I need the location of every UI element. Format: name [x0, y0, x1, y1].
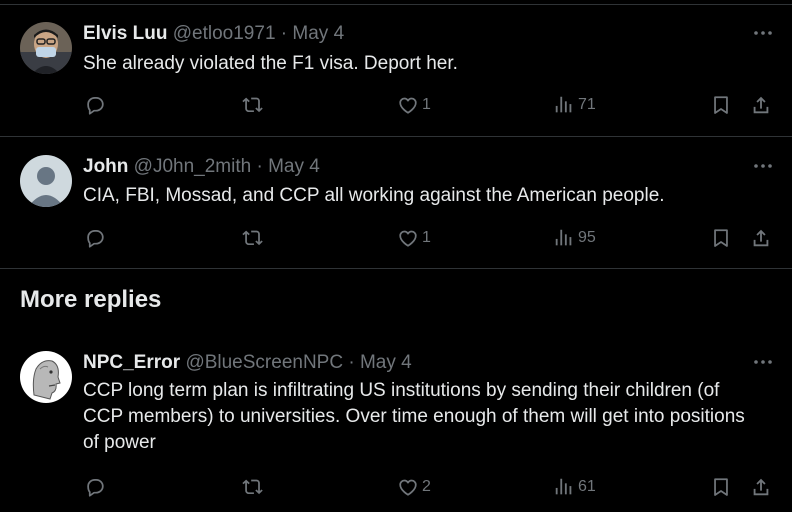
views-chart-icon	[555, 96, 572, 113]
reply-button[interactable]	[84, 227, 106, 249]
views-button[interactable]: 61	[553, 476, 596, 498]
share-button[interactable]	[750, 94, 772, 116]
views-chart-icon	[555, 478, 572, 495]
tweet-text: CCP long term plan is infiltrating US in…	[83, 380, 745, 453]
like-count: 1	[422, 96, 431, 113]
retweet-icon	[242, 97, 263, 113]
bookmark-icon	[714, 229, 728, 247]
tweet-text: CIA, FBI, Mossad, and CCP all working ag…	[83, 185, 665, 206]
like-button[interactable]: 2	[397, 476, 431, 498]
avatar[interactable]	[20, 22, 72, 74]
bookmark-button[interactable]	[710, 476, 732, 498]
separator-dot: ·	[348, 352, 355, 373]
like-button[interactable]: 1	[397, 94, 431, 116]
share-icon	[753, 478, 769, 496]
reply-icon	[87, 229, 104, 248]
reply-tweet-1[interactable]: Elvis Luu @etloo1971 · May 4 She already…	[0, 22, 792, 132]
heart-icon	[399, 479, 417, 496]
more-replies-heading: More replies	[20, 286, 162, 313]
display-name[interactable]: NPC_Error	[83, 352, 180, 373]
share-button[interactable]	[750, 227, 772, 249]
display-name[interactable]: John	[83, 156, 128, 177]
handle[interactable]: @J0hn_2mith	[134, 156, 252, 177]
views-button[interactable]: 71	[553, 94, 596, 116]
bookmark-button[interactable]	[710, 94, 732, 116]
view-count: 71	[578, 96, 596, 113]
bookmark-icon	[714, 96, 728, 114]
separator-dot: ·	[256, 156, 263, 177]
separator-dot: ·	[280, 23, 288, 44]
timestamp[interactable]: May 4	[360, 352, 412, 373]
reply-icon	[87, 96, 104, 115]
tweet-header: John @J0hn_2mith · May 4	[83, 155, 320, 179]
tweet-text: She already violated the F1 visa. Deport…	[83, 53, 458, 74]
timestamp[interactable]: May 4	[268, 156, 320, 177]
bookmark-button[interactable]	[710, 227, 732, 249]
views-button[interactable]: 95	[553, 227, 596, 249]
like-count: 2	[422, 478, 431, 495]
bookmark-icon	[714, 478, 728, 496]
view-count: 61	[578, 478, 596, 495]
more-options-icon[interactable]	[752, 159, 774, 173]
reply-tweet-2[interactable]: John @J0hn_2mith · May 4 CIA, FBI, Mossa…	[0, 155, 792, 265]
retweet-button[interactable]	[241, 227, 265, 249]
heart-icon	[399, 97, 417, 114]
avatar[interactable]	[20, 351, 72, 403]
handle[interactable]: @etloo1971	[173, 23, 276, 44]
reply-button[interactable]	[84, 94, 106, 116]
more-options-icon[interactable]	[752, 26, 774, 40]
share-icon	[753, 96, 769, 114]
more-options-icon[interactable]	[752, 355, 774, 369]
retweet-button[interactable]	[241, 94, 265, 116]
top-divider	[0, 4, 792, 5]
reply-button[interactable]	[84, 476, 106, 498]
like-count: 1	[422, 229, 431, 246]
divider	[0, 136, 792, 137]
tweet-header: Elvis Luu @etloo1971 · May 4	[83, 22, 344, 46]
view-count: 95	[578, 229, 596, 246]
reply-tweet-3[interactable]: NPC_Error @BlueScreenNPC · May 4 CCP lon…	[0, 351, 792, 512]
heart-icon	[399, 230, 417, 247]
tweet-header: NPC_Error @BlueScreenNPC · May 4	[83, 351, 412, 375]
avatar[interactable]	[20, 155, 72, 207]
handle[interactable]: @BlueScreenNPC	[185, 352, 343, 373]
like-button[interactable]: 1	[397, 227, 431, 249]
retweet-button[interactable]	[241, 476, 265, 498]
reply-icon	[87, 478, 104, 497]
display-name[interactable]: Elvis Luu	[83, 23, 167, 44]
views-chart-icon	[555, 229, 572, 246]
retweet-icon	[242, 479, 263, 495]
divider	[0, 268, 792, 269]
timestamp[interactable]: May 4	[292, 23, 344, 44]
share-button[interactable]	[750, 476, 772, 498]
retweet-icon	[242, 230, 263, 246]
share-icon	[753, 229, 769, 247]
